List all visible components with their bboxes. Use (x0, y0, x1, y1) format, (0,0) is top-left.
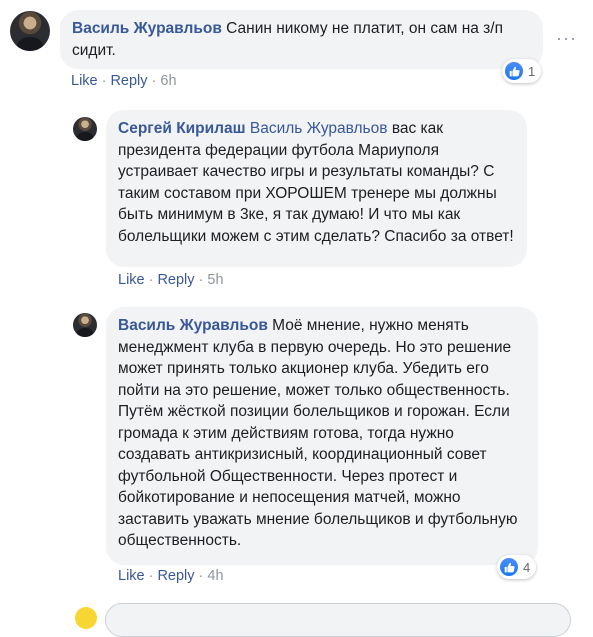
reply-link[interactable]: Reply (110, 73, 147, 89)
reaction-summary[interactable]: 4 (497, 555, 537, 579)
reply-link[interactable]: Reply (157, 272, 194, 288)
comment-author[interactable]: Василь Журавльов (118, 317, 268, 334)
reaction-count: 4 (523, 559, 531, 575)
mention-link[interactable]: Василь Журавльов (250, 120, 388, 137)
comment-timestamp[interactable]: 5h (207, 272, 223, 288)
comment-timestamp[interactable]: 6h (160, 73, 176, 89)
comment-bubble: Василь Журавльов Моё мнение, нужно менят… (106, 307, 538, 565)
reply-link[interactable]: Reply (157, 568, 194, 584)
separator-dot: · (101, 73, 107, 89)
avatar[interactable] (10, 11, 50, 51)
comment-author[interactable]: Василь Журавльов (72, 20, 222, 37)
like-reaction-icon (505, 62, 523, 80)
comment-actions: Like · Reply · 5h (118, 272, 224, 288)
comment-text: Моё мнение, нужно менять менеджмент клуб… (118, 317, 518, 549)
like-link[interactable]: Like (118, 272, 145, 288)
more-options-icon[interactable]: ··· (556, 28, 577, 49)
separator-dot: · (151, 73, 157, 89)
reaction-count: 1 (528, 63, 536, 79)
comment-bubble: Сергей Кирилаш Василь Журавльов вас как … (106, 110, 527, 267)
like-link[interactable]: Like (118, 568, 145, 584)
avatar[interactable] (73, 313, 97, 337)
comment-text: вас как президента федерации футбола Мар… (118, 120, 514, 245)
comment-actions: Like · Reply · 6h (71, 73, 177, 89)
reaction-summary[interactable]: 1 (502, 59, 542, 83)
reply-input[interactable] (105, 603, 571, 637)
like-link[interactable]: Like (71, 73, 98, 89)
separator-dot: · (148, 568, 154, 584)
separator-dot: · (148, 272, 154, 288)
comment-timestamp[interactable]: 4h (207, 568, 223, 584)
comment-actions: Like · Reply · 4h (118, 568, 224, 584)
avatar[interactable] (73, 117, 97, 141)
like-reaction-icon (500, 558, 518, 576)
separator-dot: · (198, 568, 204, 584)
separator-dot: · (198, 272, 204, 288)
composer-avatar (75, 607, 97, 629)
comment-bubble: Василь Журавльов Санин никому не платит,… (60, 10, 543, 69)
comment-author[interactable]: Сергей Кирилаш (118, 120, 246, 137)
